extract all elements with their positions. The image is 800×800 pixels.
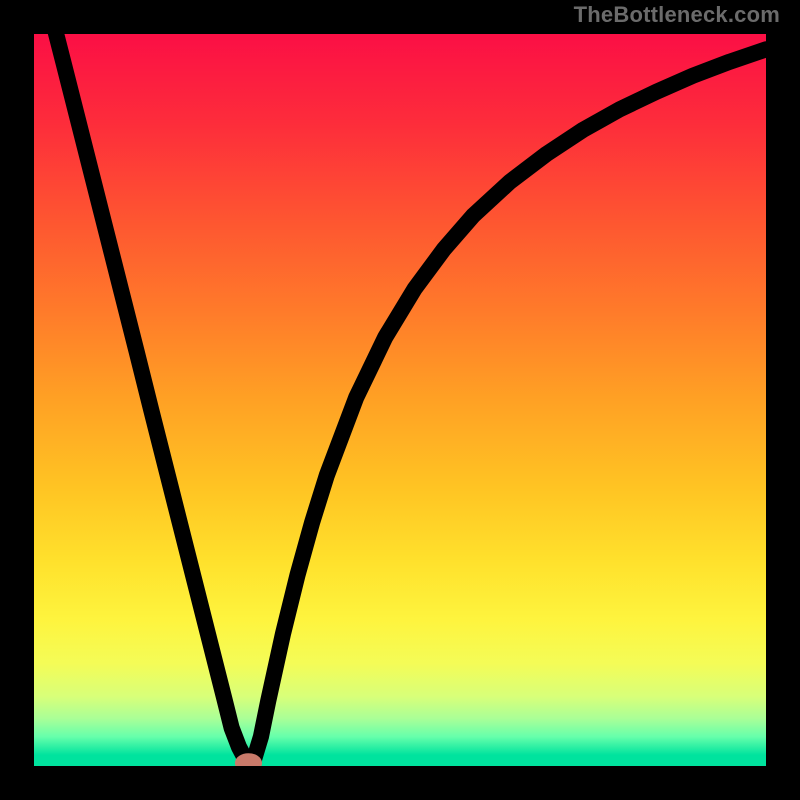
chart-frame: TheBottleneck.com xyxy=(0,0,800,800)
chart-svg xyxy=(34,34,766,766)
plot-area xyxy=(34,34,766,766)
optimum-marker xyxy=(237,755,260,766)
watermark-text: TheBottleneck.com xyxy=(574,2,780,28)
